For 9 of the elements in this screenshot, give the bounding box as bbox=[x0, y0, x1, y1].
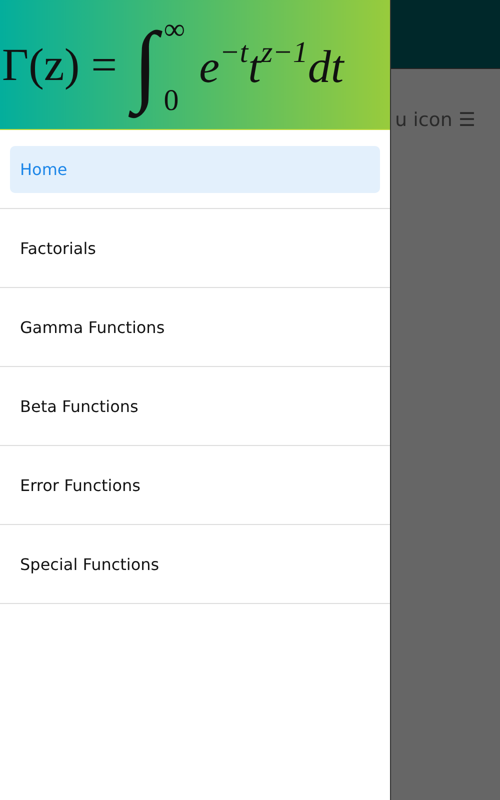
menu-item[interactable]: Factorials bbox=[10, 224, 380, 272]
integrand-text: e$^{−t}$t$^{z−1}$dt bbox=[199, 34, 344, 94]
menu-item[interactable]: Error Functions bbox=[10, 462, 380, 508]
formula-text: Γ(z) = bbox=[2, 38, 118, 92]
menu-item[interactable]: Gamma Functions bbox=[10, 304, 380, 350]
menu-item[interactable]: Beta Functions bbox=[10, 382, 380, 430]
background-text: u icon ☰ bbox=[395, 109, 476, 131]
menu-item[interactable]: Special Functions bbox=[10, 540, 380, 588]
lower-limit: 0 bbox=[164, 84, 180, 116]
